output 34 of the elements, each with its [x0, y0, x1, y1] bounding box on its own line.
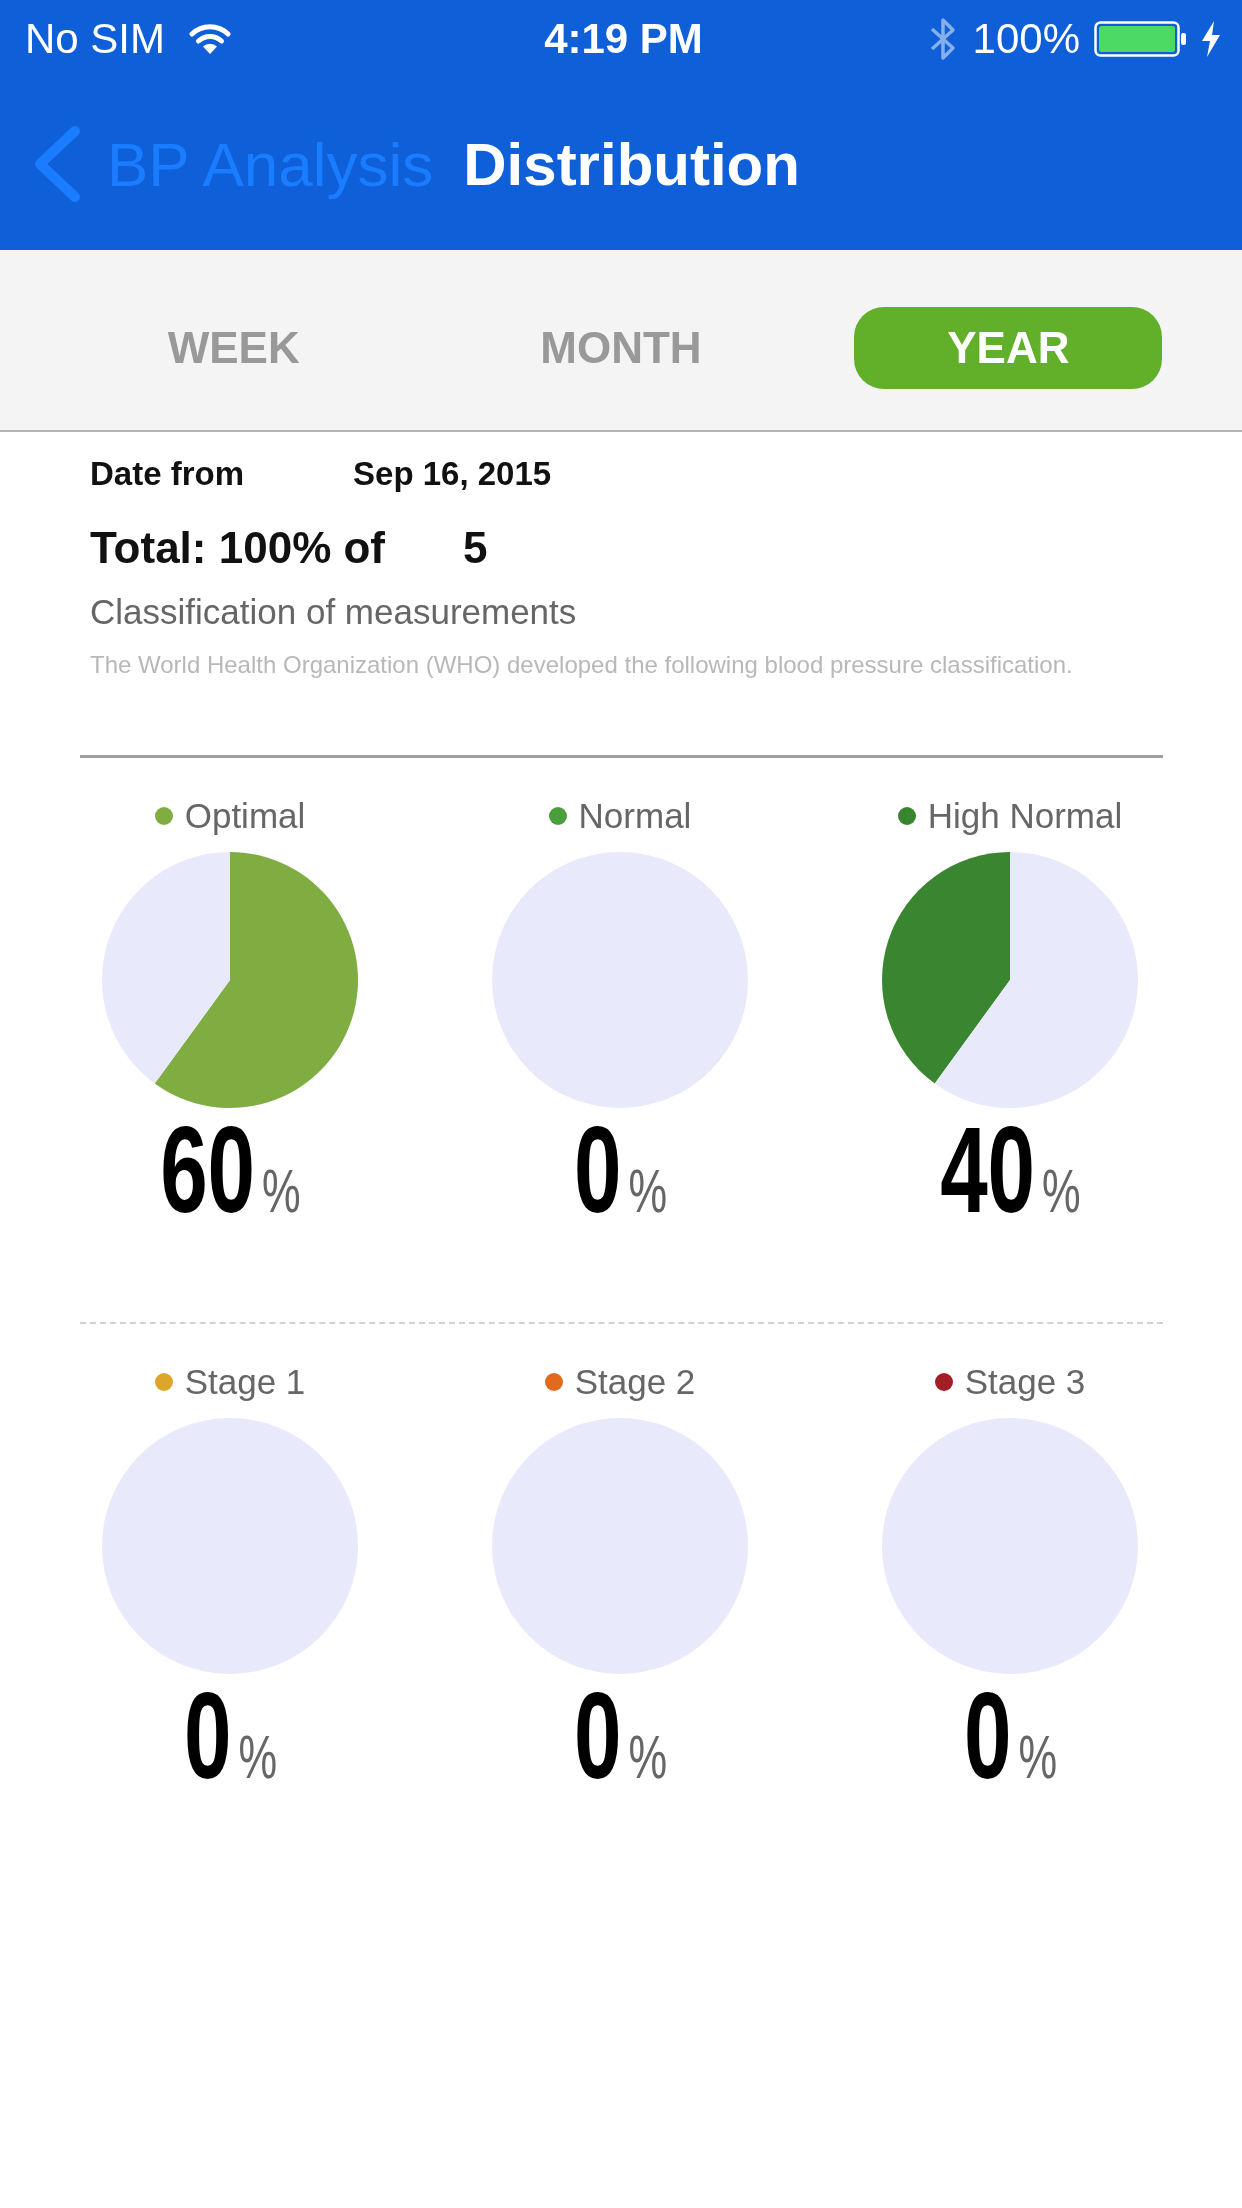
status-time: 4:19 PM	[544, 18, 703, 60]
legend-label: Stage 2	[574, 1362, 696, 1402]
percent-number: 0	[963, 1686, 1011, 1786]
wifi-icon	[189, 23, 232, 55]
percent-sign: %	[1041, 1160, 1081, 1222]
percent-number: 40	[939, 1120, 1035, 1220]
battery-icon	[1094, 21, 1186, 57]
percent-number: 60	[159, 1120, 255, 1220]
legend-label: Optimal	[184, 796, 306, 836]
legend-label: High Normal	[927, 796, 1123, 836]
total-value: 5	[463, 523, 488, 573]
legend-label: Stage 3	[964, 1362, 1086, 1402]
percent-sign: %	[1017, 1726, 1057, 1788]
percent-number: 0	[573, 1686, 621, 1786]
classification-note: The World Health Organization (WHO) developed the following blood pressure classification.	[90, 650, 1073, 680]
date-label: Date from	[90, 455, 245, 493]
period-tab[interactable]: WEEK	[79, 307, 388, 389]
date-value: Sep 16, 2015	[353, 455, 552, 493]
section-heading: Classification of measurements	[90, 591, 577, 633]
percent-sign: %	[627, 1160, 667, 1222]
legend-label: Normal	[578, 796, 692, 836]
nav-title: Distribution	[463, 129, 800, 199]
percent-number: 0	[573, 1120, 621, 1220]
total-label: Total: 100% of	[90, 523, 385, 573]
percent-sign: %	[261, 1160, 301, 1222]
percent-number: 0	[183, 1686, 231, 1786]
carrier-label: No SIM	[25, 18, 166, 60]
legend-label: Stage 1	[184, 1362, 306, 1402]
percent-sign: %	[237, 1726, 277, 1788]
percent-sign: %	[627, 1726, 667, 1788]
charging-bolt-icon	[1200, 21, 1222, 57]
period-tab[interactable]: MONTH	[467, 307, 775, 389]
battery-percent: 100%	[972, 18, 1080, 60]
period-tab[interactable]: YEAR	[854, 307, 1163, 389]
